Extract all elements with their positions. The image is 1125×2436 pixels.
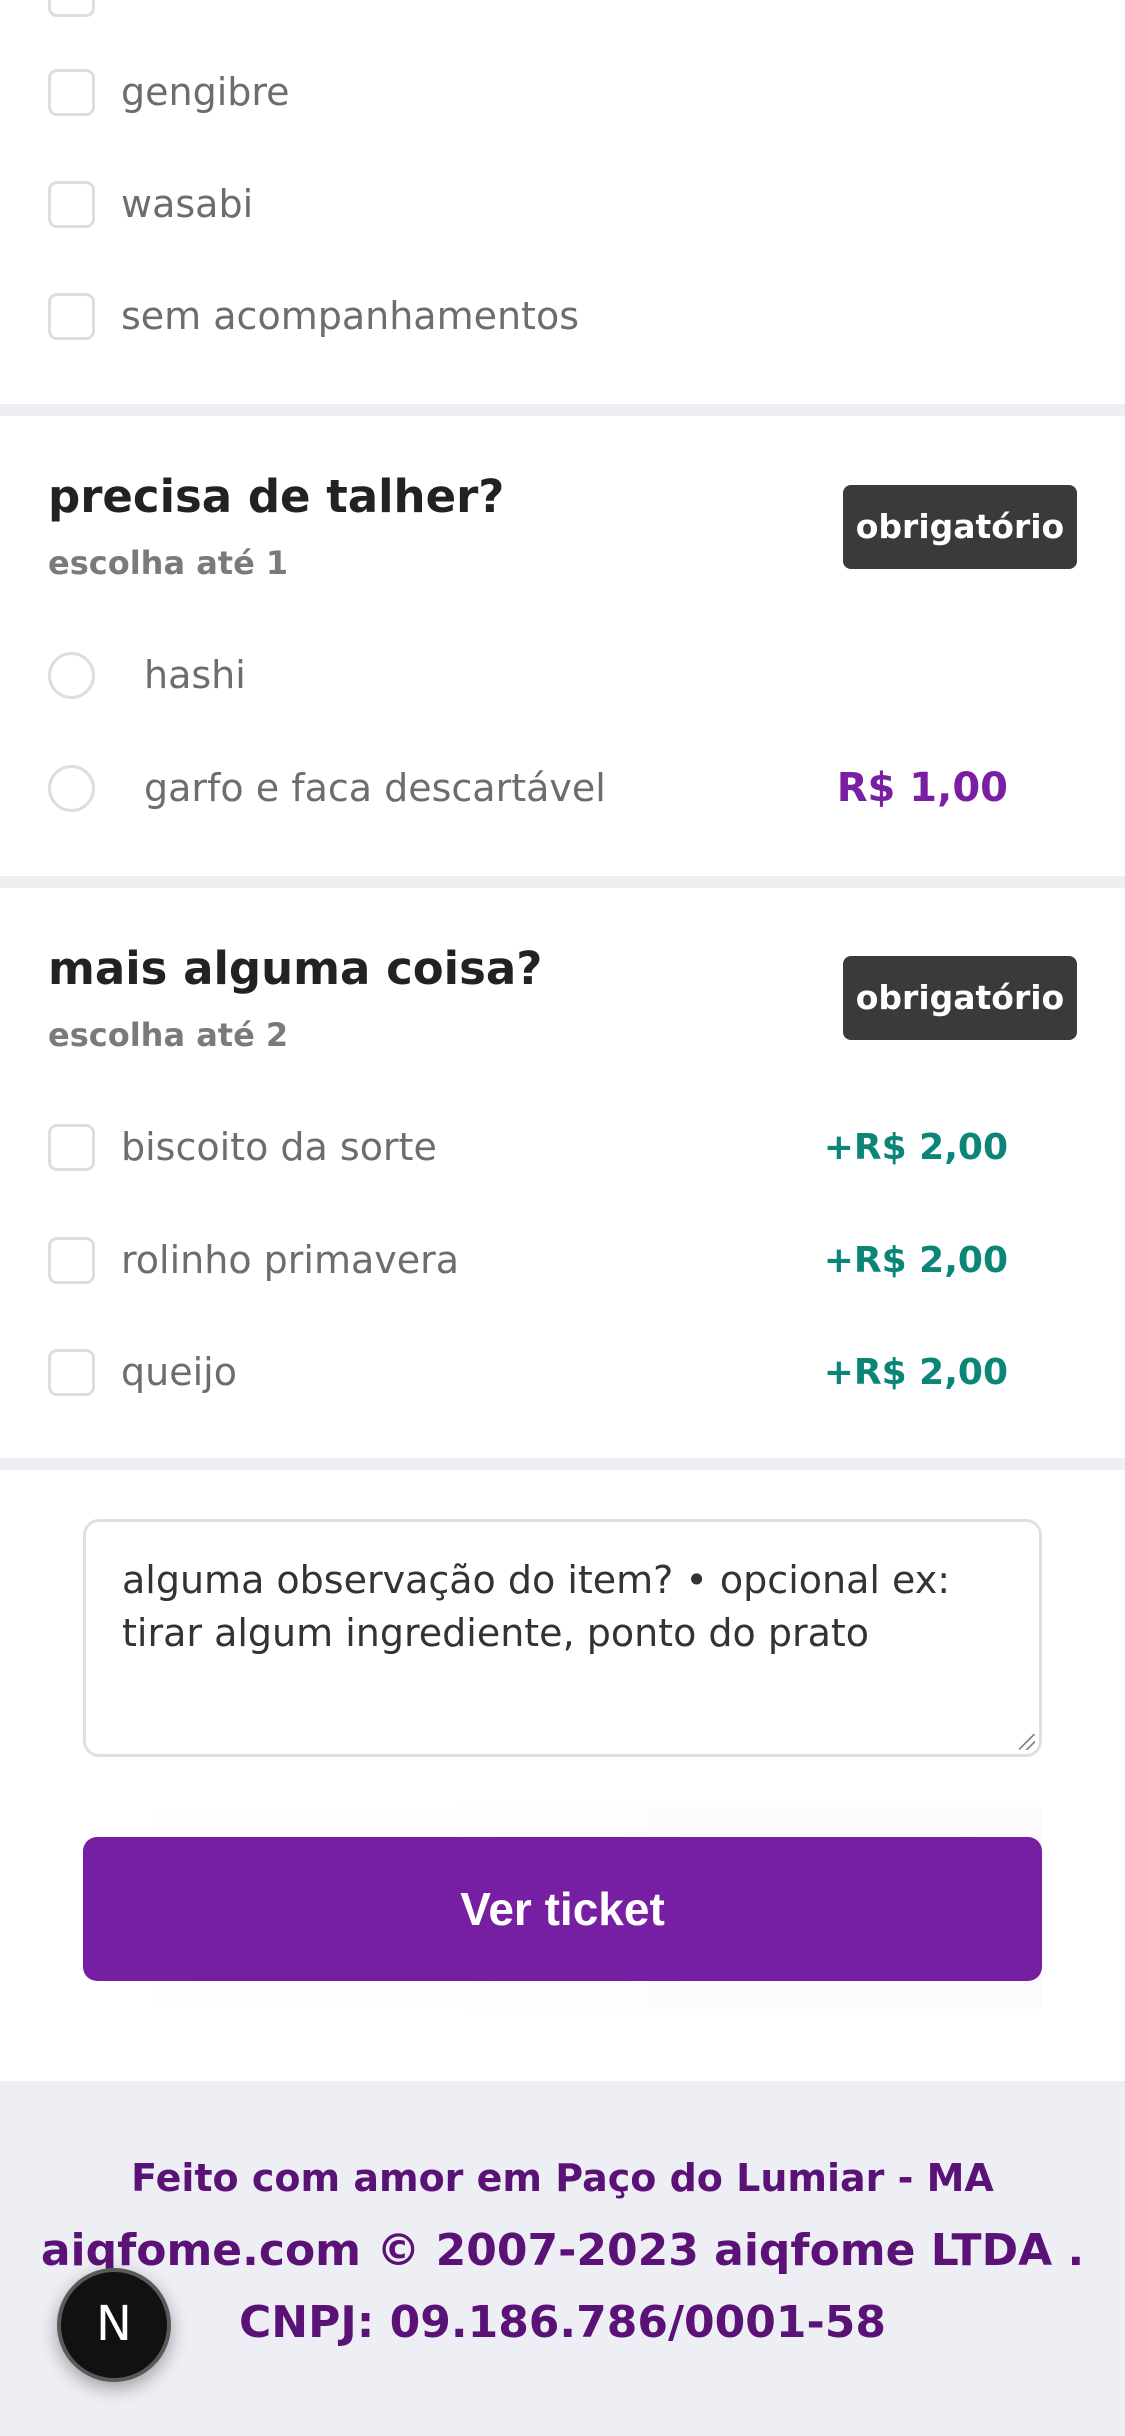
- option-label: rolinho primavera: [121, 1238, 460, 1282]
- option-row-gengibre[interactable]: gengibre: [0, 53, 1125, 133]
- checkbox[interactable]: [48, 1349, 95, 1396]
- option-row-rolinho[interactable]: rolinho primavera +R$ 2,00: [0, 1221, 1125, 1301]
- section-divider: [0, 1458, 1125, 1470]
- option-row-sem-acompanhamentos[interactable]: sem acompanhamentos: [0, 277, 1125, 357]
- radio-button[interactable]: [48, 652, 95, 699]
- talher-section: precisa de talher? escolha até 1 obrigat…: [0, 416, 1125, 876]
- checkbox[interactable]: [48, 1124, 95, 1171]
- checkbox-clipped[interactable]: [48, 0, 95, 17]
- option-label: hashi: [144, 653, 246, 697]
- option-label: gengibre: [121, 70, 290, 114]
- group-title: precisa de talher?: [48, 470, 505, 523]
- checkbox[interactable]: [48, 293, 95, 340]
- observation-textarea[interactable]: alguma observação do item? • opcional ex…: [83, 1519, 1042, 1757]
- acompanhamentos-section: gengibre wasabi sem acompanhamentos: [0, 0, 1125, 404]
- option-row-hashi[interactable]: hashi: [0, 636, 1125, 716]
- option-label: biscoito da sorte: [121, 1125, 437, 1169]
- required-badge: obrigatório: [843, 485, 1077, 569]
- option-price: +R$ 2,00: [823, 1127, 1008, 1168]
- group-subtitle: escolha até 1: [48, 544, 289, 582]
- page: gengibre wasabi sem acompanhamentos prec…: [0, 0, 1125, 2436]
- nextjs-icon[interactable]: N: [57, 2268, 171, 2382]
- option-price: R$ 1,00: [836, 765, 1008, 811]
- checkbox[interactable]: [48, 69, 95, 116]
- option-row-queijo[interactable]: queijo +R$ 2,00: [0, 1333, 1125, 1413]
- option-label: garfo e faca descartável: [144, 766, 606, 810]
- option-row-biscoito[interactable]: biscoito da sorte +R$ 2,00: [0, 1108, 1125, 1188]
- group-subtitle: escolha até 2: [48, 1016, 289, 1054]
- group-title: mais alguma coisa?: [48, 942, 543, 995]
- footer: Feito com amor em Paço do Lumiar - MA ai…: [0, 2081, 1125, 2436]
- option-label: sem acompanhamentos: [121, 294, 580, 338]
- mais-section: mais alguma coisa? escolha até 2 obrigat…: [0, 888, 1125, 1458]
- checkbox[interactable]: [48, 181, 95, 228]
- required-badge: obrigatório: [843, 956, 1077, 1040]
- option-row-wasabi[interactable]: wasabi: [0, 165, 1125, 245]
- footer-made-with-love: Feito com amor em Paço do Lumiar - MA: [131, 2156, 994, 2200]
- checkbox[interactable]: [48, 1237, 95, 1284]
- action-bar: Ver ticket: [83, 1807, 1042, 2009]
- ver-ticket-button[interactable]: Ver ticket: [83, 1837, 1042, 1981]
- footer-copyright: aiqfome.com © 2007-2023 aiqfome LTDA .: [40, 2225, 1085, 2276]
- observation-placeholder: alguma observação do item? • opcional ex…: [122, 1558, 951, 1655]
- radio-button[interactable]: [48, 765, 95, 812]
- option-label: queijo: [121, 1350, 237, 1394]
- section-divider: [0, 876, 1125, 888]
- option-price: +R$ 2,00: [823, 1352, 1008, 1393]
- option-row-garfo-faca[interactable]: garfo e faca descartável R$ 1,00: [0, 749, 1125, 829]
- option-price: +R$ 2,00: [823, 1240, 1008, 1281]
- option-label: wasabi: [121, 182, 254, 226]
- resize-grip-icon[interactable]: [1019, 1734, 1035, 1750]
- section-divider: [0, 404, 1125, 416]
